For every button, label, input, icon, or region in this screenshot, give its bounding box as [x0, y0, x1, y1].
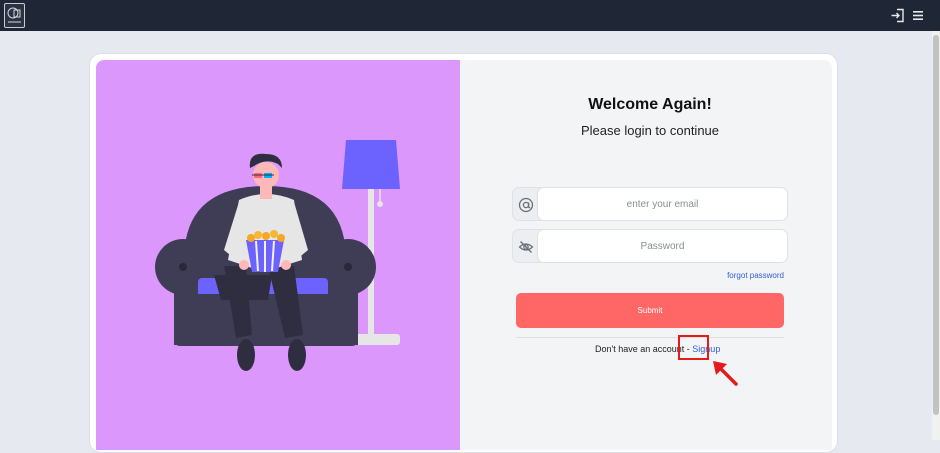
- email-input[interactable]: [537, 187, 788, 221]
- signup-highlight-box: [678, 335, 709, 360]
- scrollbar-thumb[interactable]: [933, 35, 939, 415]
- password-field: [512, 229, 788, 263]
- hamburger-menu-icon[interactable]: [911, 8, 926, 23]
- page-scrollbar[interactable]: [932, 31, 940, 440]
- lamp-shade: [342, 140, 400, 189]
- person-watching-movie-illustration: [155, 140, 400, 371]
- password-input[interactable]: [537, 229, 788, 263]
- email-field: [512, 187, 788, 221]
- signup-prompt-text: Don't have an account -: [595, 344, 690, 354]
- submit-button[interactable]: Submit: [516, 293, 784, 328]
- login-icon[interactable]: [890, 8, 905, 23]
- top-navbar: [0, 0, 940, 31]
- welcome-title: Welcome Again!: [588, 96, 712, 113]
- at-sign-icon: [518, 197, 534, 213]
- eye-off-icon[interactable]: [518, 239, 534, 255]
- app-logo-icon[interactable]: [4, 3, 25, 28]
- divider: [516, 337, 784, 338]
- forgot-password-link[interactable]: forgot password: [700, 271, 784, 280]
- login-subtitle: Please login to continue: [580, 123, 720, 138]
- couch-seat: [174, 294, 358, 346]
- red-pointer-arrow-icon: [711, 358, 741, 388]
- illustration-panel: [96, 60, 460, 450]
